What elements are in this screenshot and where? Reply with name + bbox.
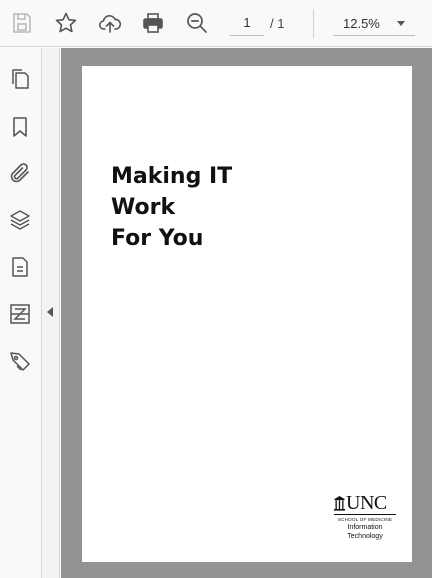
logo-school: SCHOOL OF MEDICINE <box>337 517 393 522</box>
document-icon[interactable] <box>6 253 34 281</box>
pages-icon[interactable] <box>6 65 34 93</box>
printer-icon[interactable] <box>138 8 168 38</box>
title-line-2: Work <box>111 195 176 220</box>
sidebar-collapse-handle[interactable] <box>42 48 60 578</box>
document-title: Making IT Work For You <box>111 161 232 254</box>
logo-department-line-2: Technology <box>347 532 383 540</box>
zoom-search-icon[interactable] <box>182 8 212 38</box>
pdf-page: Making IT Work For You UNC SCHOOL OF MED… <box>82 66 412 562</box>
bookmark-icon[interactable] <box>6 113 34 141</box>
cloud-upload-icon[interactable] <box>95 8 125 38</box>
toolbar: / 1 12.5% <box>0 0 432 47</box>
logo-department-line-1: Information <box>347 524 383 531</box>
logo-brand: UNC <box>346 492 387 514</box>
logo-department: Information Technology <box>334 524 396 541</box>
unc-logo: UNC SCHOOL OF MEDICINE Information Techn… <box>334 492 396 541</box>
title-line-3: For You <box>111 226 204 251</box>
tag-icon[interactable] <box>6 347 34 375</box>
save-icon[interactable] <box>7 8 37 38</box>
sidebar <box>0 48 42 578</box>
zoom-select[interactable]: 12.5% <box>333 10 415 36</box>
page-total: / 1 <box>270 16 285 31</box>
toolbar-divider <box>313 9 314 38</box>
page-number-input[interactable] <box>230 10 264 36</box>
compare-icon[interactable] <box>6 300 34 328</box>
chevron-down-icon <box>397 21 405 26</box>
old-well-icon <box>334 496 345 511</box>
document-viewer[interactable]: Making IT Work For You UNC SCHOOL OF MED… <box>61 48 432 578</box>
zoom-value: 12.5% <box>343 16 380 31</box>
layers-icon[interactable] <box>6 206 34 234</box>
attachment-icon[interactable] <box>6 159 34 187</box>
star-icon[interactable] <box>51 8 81 38</box>
chevron-left-icon <box>47 307 53 317</box>
logo-divider <box>334 514 396 515</box>
title-line-1: Making IT <box>111 164 233 189</box>
